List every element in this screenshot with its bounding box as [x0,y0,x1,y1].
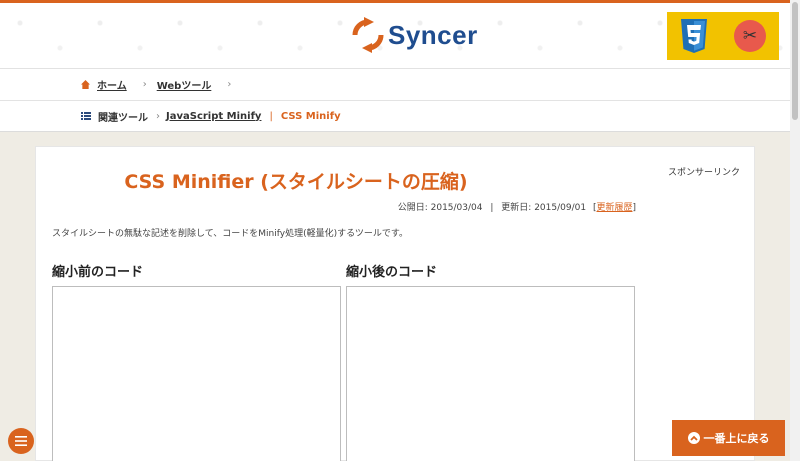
javascript-minify-link[interactable]: JavaScript Minify [166,111,261,122]
history-bracket-close: ] [632,203,636,213]
css3-icon [681,19,707,53]
site-logo[interactable]: Syncer [350,15,478,55]
breadcrumb-home-link[interactable]: ホーム [97,77,127,92]
page-title: CSS Minifier (スタイルシートの圧縮) [124,171,468,193]
chevron-up-icon [687,432,700,444]
tool-description: スタイルシートの無駄な記述を削除して、コードをMinify処理(軽量化)するツー… [52,229,409,239]
scrollbar-thumb[interactable] [792,2,798,120]
related-tools-bar: 関連ツール › JavaScript Minify | CSS Minify [0,101,790,132]
back-to-top-label: 一番上に戻る [703,432,770,445]
updated-date: 更新日: 2015/09/01 [501,203,587,213]
site-header: Syncer ✂ [0,3,790,69]
breadcrumb-web-tools-link[interactable]: Webツール [157,77,212,92]
chevron-right-icon: › [227,79,232,90]
breadcrumb: ホーム › Webツール › [0,69,790,101]
post-dates: 公開日: 2015/03/04 | 更新日: 2015/09/01 [更新履歴] [398,200,636,213]
hamburger-icon [15,436,27,446]
current-page-label: CSS Minify [280,110,341,122]
input-code-textarea[interactable] [52,286,341,461]
related-tools-label: 関連ツール [98,112,148,124]
date-separator: | [490,203,494,213]
chevron-right-icon: › [142,79,147,90]
sponsor-label: スポンサーリンク [668,168,741,178]
main-content: CSS Minifier (スタイルシートの圧縮) スポンサーリンク 公開日: … [35,146,755,461]
chevron-right-icon: › [156,110,160,122]
menu-button[interactable] [8,428,34,454]
list-icon [81,112,91,120]
output-code-textarea[interactable] [346,286,635,461]
home-icon [81,80,90,89]
page-scrollbar[interactable] [790,0,800,461]
logo-text: Syncer [388,19,478,50]
scissors-icon: ✂ [734,20,766,52]
sync-logo-icon [352,17,384,53]
update-history-link[interactable]: 更新履歴 [596,203,632,213]
back-to-top-button[interactable]: 一番上に戻る [672,420,785,456]
input-code-label: 縮小前のコード [52,265,144,280]
css-minify-banner[interactable]: ✂ [667,12,779,60]
output-code-label: 縮小後のコード [346,265,438,280]
published-date: 公開日: 2015/03/04 [397,203,483,213]
divider: | [269,110,273,122]
